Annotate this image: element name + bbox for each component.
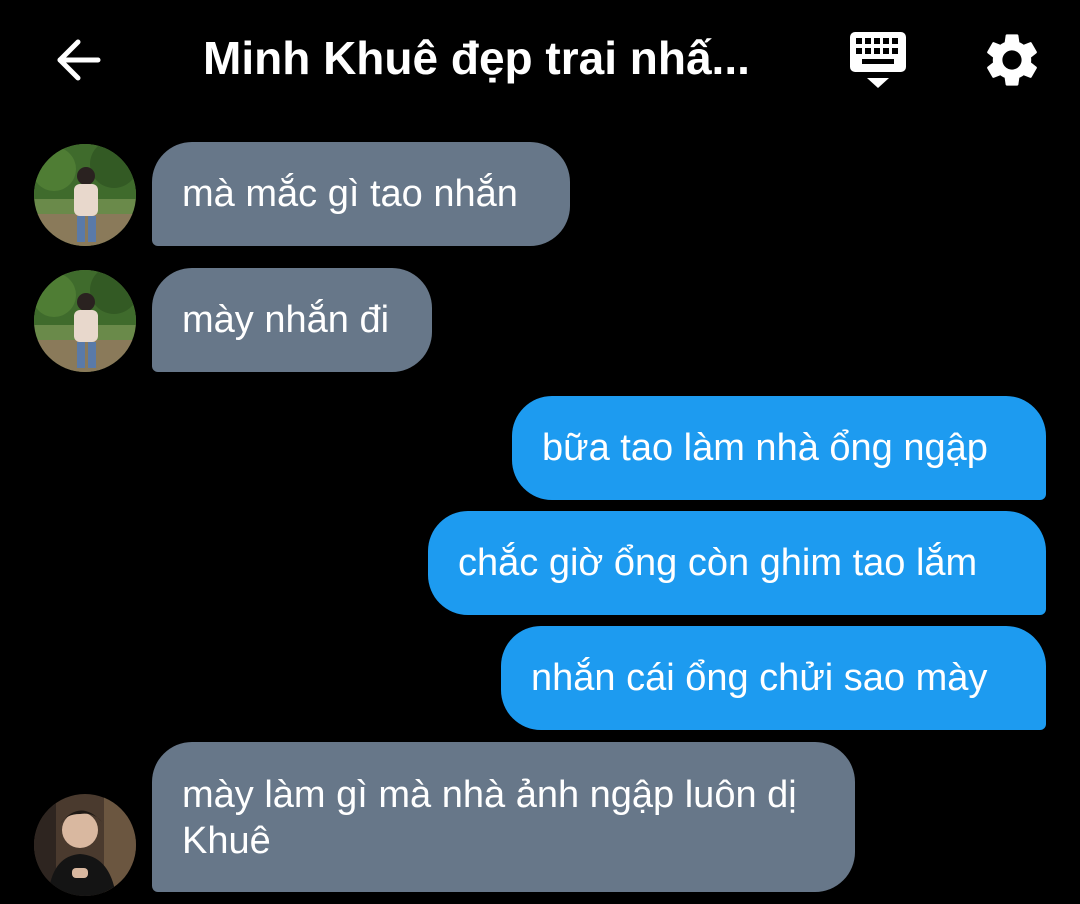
arrow-left-icon (57, 39, 101, 81)
settings-button[interactable] (980, 28, 1044, 92)
avatar-outdoor-photo[interactable] (34, 270, 136, 372)
avatar-image (34, 270, 136, 372)
keyboard-button[interactable] (842, 26, 914, 94)
message-bubble[interactable]: chắc giờ ổng còn ghim tao lắm (428, 511, 1046, 615)
gear-icon (987, 34, 1037, 86)
message-bubble[interactable]: bữa tao làm nhà ổng ngập (512, 396, 1046, 500)
message-outgoing: chắc giờ ổng còn ghim tao lắm (0, 511, 1080, 615)
avatar-image (34, 144, 136, 246)
message-outgoing: bữa tao làm nhà ổng ngập (0, 396, 1080, 500)
avatar-image (34, 794, 136, 896)
message-bubble[interactable]: mày làm gì mà nhà ảnh ngập luôn dị Khuê (152, 742, 855, 892)
message-incoming: mày nhắn đi (0, 268, 1080, 372)
message-outgoing: nhắn cái ổng chửi sao mày (0, 626, 1080, 730)
message-bubble[interactable]: nhắn cái ổng chửi sao mày (501, 626, 1046, 730)
back-button[interactable] (48, 30, 108, 90)
message-bubble[interactable]: mày nhắn đi (152, 268, 432, 372)
conversation-title[interactable]: Minh Khuê đẹp trai nhấ... (203, 28, 763, 88)
avatar-indoor-photo[interactable] (34, 794, 136, 896)
keyboard-icon (850, 32, 906, 88)
message-thread[interactable]: mà mắc gì tao nhắn mày nhắn đi bữa tao l… (0, 118, 1080, 904)
top-app-bar: Minh Khuê đẹp trai nhấ... (0, 0, 1080, 118)
message-incoming: mày làm gì mà nhà ảnh ngập luôn dị Khuê (0, 742, 1080, 896)
avatar-outdoor-photo[interactable] (34, 144, 136, 246)
message-incoming: mà mắc gì tao nhắn (0, 142, 1080, 246)
message-bubble[interactable]: mà mắc gì tao nhắn (152, 142, 570, 246)
